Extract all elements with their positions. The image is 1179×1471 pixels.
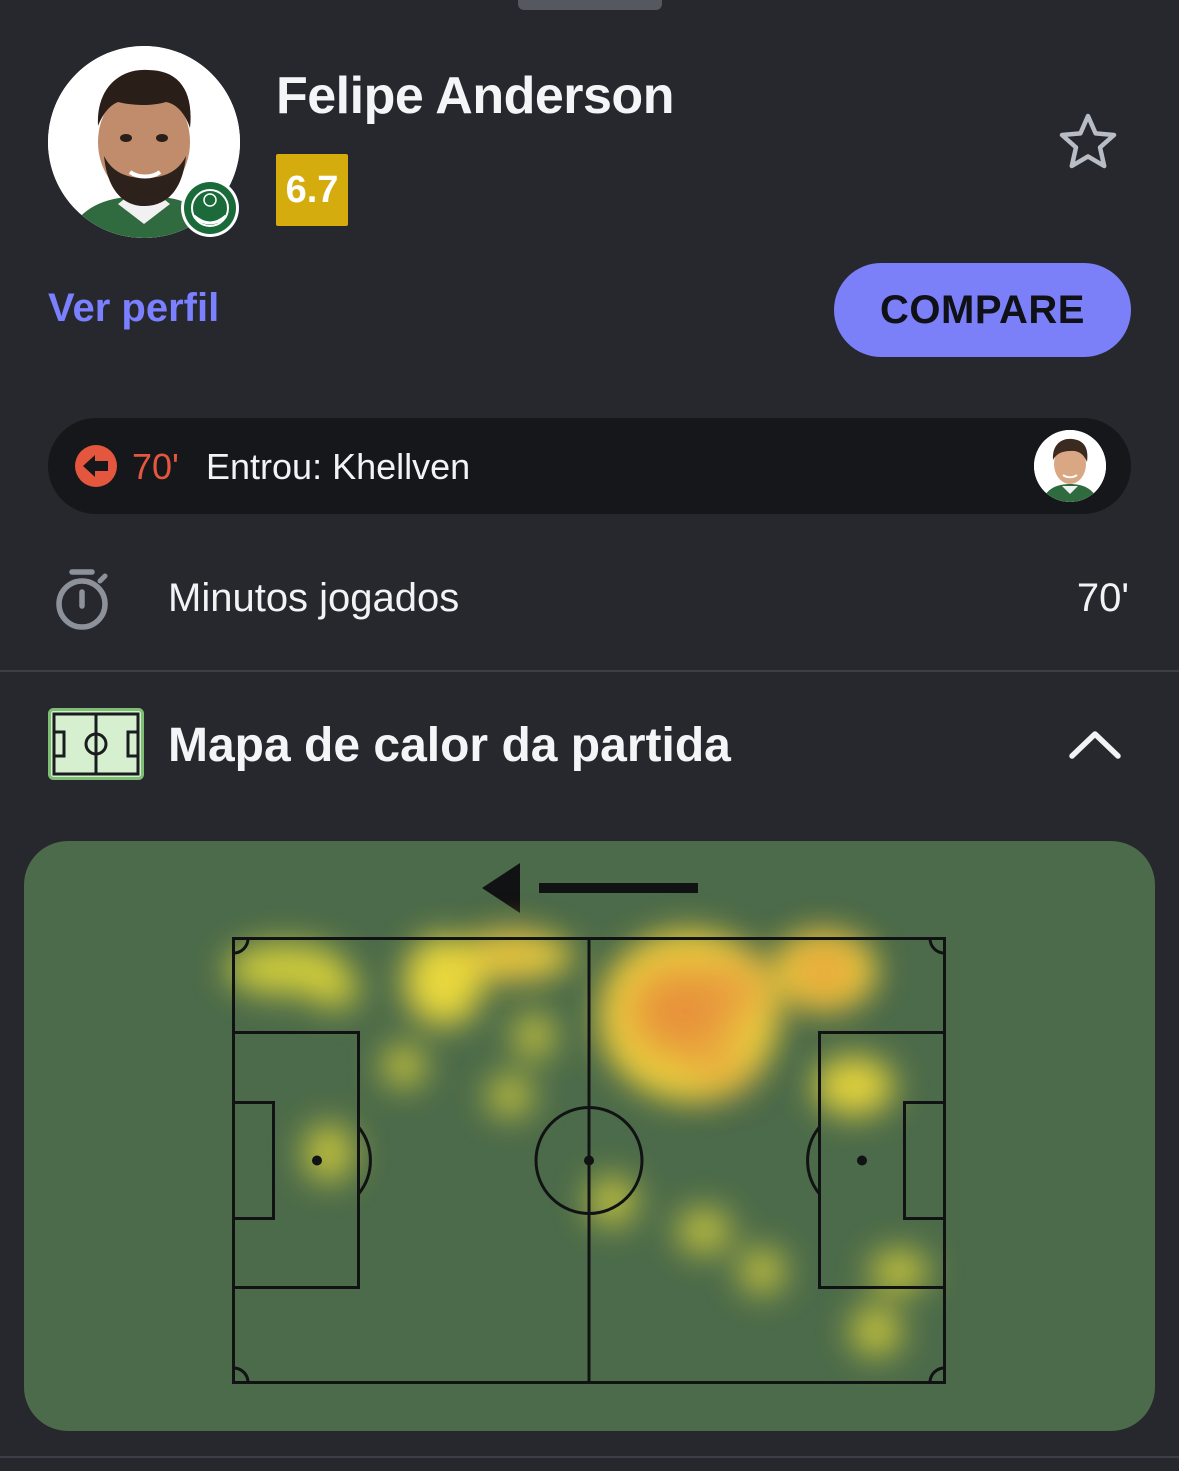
substitution-text: Entrou: Khellven xyxy=(206,446,471,487)
sheet-grabber[interactable] xyxy=(518,0,662,10)
substitution-out-icon xyxy=(74,444,118,488)
chevron-up-icon[interactable] xyxy=(1064,714,1126,776)
substitution-row[interactable]: 70' Entrou: Khellven xyxy=(48,418,1131,514)
player-rating-badge: 6.7 xyxy=(276,154,348,226)
view-profile-link[interactable]: Ver perfil xyxy=(48,286,219,331)
stat-value: 70' xyxy=(1076,576,1129,620)
heatmap-card xyxy=(24,841,1155,1431)
player-name: Felipe Anderson xyxy=(276,67,674,125)
team-badge-icon xyxy=(180,178,240,238)
stopwatch-icon xyxy=(52,566,114,632)
pitch-spots xyxy=(312,1155,867,1166)
pitch-icon xyxy=(48,708,144,780)
star-outline-icon[interactable] xyxy=(1056,110,1120,174)
stat-label: Minutos jogados xyxy=(168,576,460,620)
section-divider xyxy=(0,670,1179,672)
substitute-avatar xyxy=(1034,430,1106,502)
heatmap-section-header[interactable]: Mapa de calor da partida xyxy=(0,690,1179,800)
bottom-divider xyxy=(0,1456,1179,1458)
compare-button[interactable]: COMPARE xyxy=(834,263,1131,357)
attack-direction-arrow xyxy=(482,863,698,913)
substitution-minute: 70' xyxy=(132,446,179,487)
section-title: Mapa de calor da partida xyxy=(168,719,731,772)
heatmap xyxy=(226,863,946,1384)
player-detail-sheet: Felipe Anderson 6.7 Ver perfil COMPARE 7… xyxy=(0,0,1179,1471)
stat-row-minutes: Minutos jogados 70' xyxy=(0,540,1179,670)
